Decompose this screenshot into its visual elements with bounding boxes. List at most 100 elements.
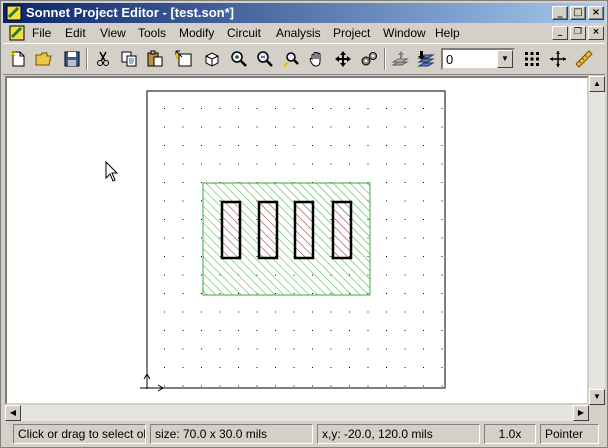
zoom-box-button[interactable]	[280, 48, 302, 70]
menu-tools[interactable]: Tools	[138, 25, 166, 41]
grid-dot	[386, 348, 387, 350]
grid-dot	[441, 256, 443, 257]
grid-dot	[423, 330, 424, 331]
grid-dot	[201, 274, 202, 276]
grid-dot	[201, 108, 202, 109]
grid-dot	[312, 126, 313, 128]
menu-analysis[interactable]: Analysis	[276, 25, 321, 41]
grid-dot	[275, 163, 276, 165]
title-bar[interactable]: Sonnet Project Editor - [test.son*] _ □ …	[3, 3, 605, 23]
grid-dot	[256, 145, 258, 146]
grid-dot	[201, 163, 202, 165]
menu-window[interactable]: Window	[383, 25, 426, 41]
scroll-right-button[interactable]: ▶	[573, 405, 589, 421]
grid-dot	[275, 108, 276, 109]
grid-dot	[441, 274, 443, 276]
grid-dot	[293, 163, 295, 165]
strip-polygon-2[interactable]	[257, 200, 279, 260]
menu-file[interactable]: File	[32, 25, 51, 41]
grid-dot	[330, 126, 332, 128]
menu-help[interactable]: Help	[435, 25, 460, 41]
settings-button[interactable]	[358, 48, 380, 70]
grid-dot	[330, 311, 332, 313]
grid-dot	[386, 145, 387, 146]
chevron-down-icon[interactable]: ▼	[497, 50, 513, 68]
menu-view[interactable]: View	[100, 25, 126, 41]
grid-dot	[219, 311, 221, 313]
menu-modify[interactable]: Modify	[179, 25, 214, 41]
doc-close-button[interactable]: ×	[588, 26, 604, 40]
cut-button[interactable]	[92, 48, 114, 70]
grid-dot	[238, 348, 239, 350]
grid-dot	[330, 348, 332, 350]
level-down-button[interactable]	[415, 48, 437, 70]
paste-button[interactable]	[144, 48, 166, 70]
scroll-down-button[interactable]: ▼	[589, 389, 605, 405]
zoom-in-button[interactable]	[228, 48, 250, 70]
circuit-layout[interactable]	[7, 78, 587, 403]
pan-hand-icon	[309, 52, 321, 67]
3d-view-button[interactable]	[201, 48, 223, 70]
grid-dot	[404, 108, 406, 109]
new-button[interactable]	[7, 48, 29, 70]
grid-dot	[367, 145, 369, 146]
grid-button[interactable]	[521, 48, 543, 70]
close-button[interactable]: ×	[588, 6, 604, 20]
level-select[interactable]: 0 ▼	[441, 48, 515, 70]
grid-dot	[349, 126, 350, 128]
grid-dot	[330, 367, 332, 368]
grid-dot	[386, 200, 387, 202]
grid-dot	[219, 367, 221, 368]
open-button[interactable]	[33, 48, 55, 70]
horizontal-scrollbar[interactable]: ◀ ▶	[5, 405, 589, 421]
grid-dot	[441, 219, 443, 220]
select-button[interactable]	[173, 48, 195, 70]
grid-dot	[256, 367, 258, 368]
grid-dot	[404, 163, 406, 165]
grid-dot	[293, 367, 295, 368]
copy-button[interactable]	[118, 48, 140, 70]
grid-dot	[219, 126, 221, 128]
grid-dot	[441, 348, 443, 350]
grid-dot	[219, 348, 221, 350]
strip-polygon-3[interactable]	[293, 200, 315, 260]
copy-icon	[121, 51, 137, 67]
grid-dot	[330, 385, 332, 387]
grid-dot	[293, 145, 295, 146]
cut-icon	[97, 51, 109, 66]
strip-polygon-4[interactable]	[331, 200, 353, 260]
maximize-button[interactable]: □	[570, 6, 586, 20]
move-button[interactable]	[332, 48, 354, 70]
doc-minimize-button[interactable]: _	[552, 26, 568, 40]
scroll-up-button[interactable]: ▲	[589, 76, 605, 92]
save-button[interactable]	[61, 48, 83, 70]
zoom-out-button[interactable]	[254, 48, 276, 70]
grid-dot	[164, 256, 165, 257]
status-size: size: 70.0 x 30.0 mils	[150, 424, 313, 444]
grid-dot	[367, 367, 369, 368]
grid-dot	[423, 145, 424, 146]
vertical-scrollbar[interactable]: ▲ ▼	[589, 76, 605, 405]
select-icon	[175, 50, 192, 67]
grid-dot	[349, 367, 350, 368]
menu-edit[interactable]: Edit	[65, 25, 86, 41]
reference-plane-button[interactable]	[547, 48, 569, 70]
grid-dot	[164, 330, 165, 331]
doc-restore-button[interactable]: ❐	[570, 26, 586, 40]
scroll-left-button[interactable]: ◀	[5, 405, 21, 421]
grid-dot	[404, 385, 406, 387]
menu-circuit[interactable]: Circuit	[227, 25, 261, 41]
ruler-button[interactable]	[573, 48, 595, 70]
pan-button[interactable]	[306, 48, 328, 70]
menu-project[interactable]: Project	[333, 25, 370, 41]
strip-polygon-1[interactable]	[220, 200, 242, 260]
status-bar: Click or drag to select objects size: 70…	[3, 422, 605, 446]
grid-dot	[164, 126, 165, 128]
minimize-button[interactable]: _	[552, 6, 568, 20]
layout-canvas[interactable]	[5, 76, 589, 405]
grid-dot	[386, 330, 387, 331]
grid-dot	[441, 182, 443, 183]
new-icon	[10, 51, 25, 67]
level-up-button[interactable]	[389, 48, 411, 70]
zoom-rubber-band-icon	[283, 52, 299, 67]
